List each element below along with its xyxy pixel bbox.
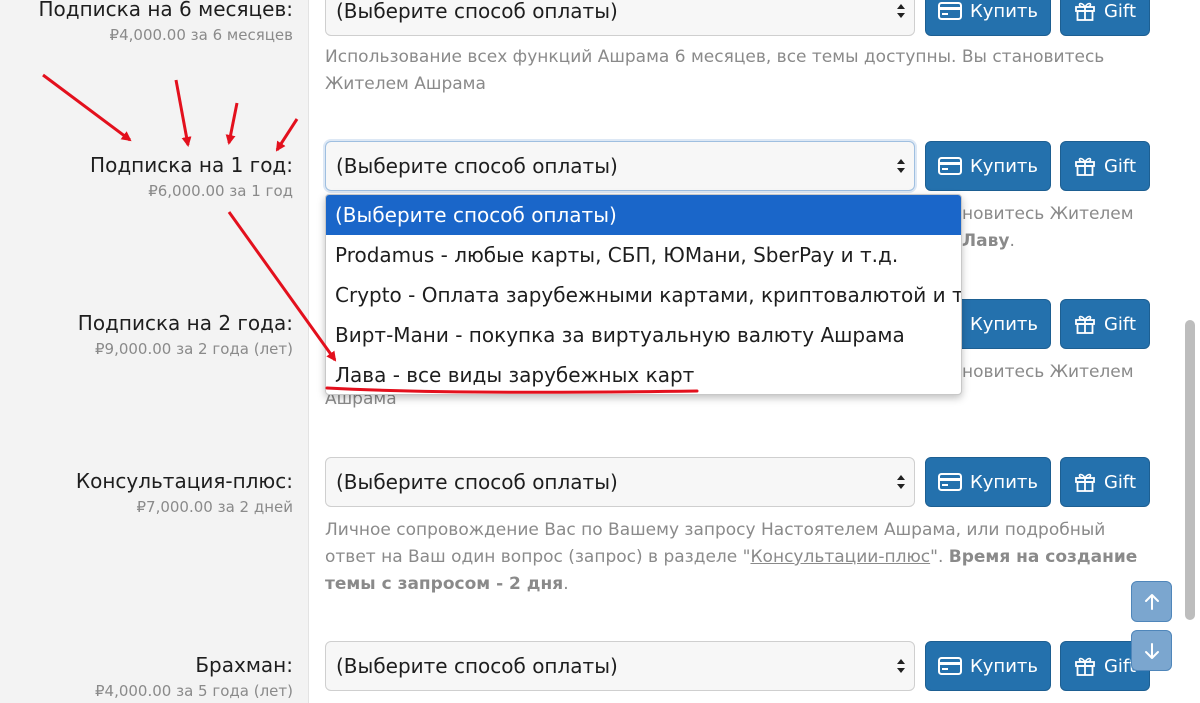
payment-select-brahman[interactable]: (Выберите способ оплаты) [325,641,915,691]
gift-button-label: Gift [1103,0,1137,22]
gift-button-1-year[interactable]: Gift [1060,141,1150,191]
gift-icon [1075,657,1095,676]
row-description-2-years-partial: новитесь Жителем [962,362,1134,382]
chevron-up-down-icon [897,659,905,673]
dropdown-option-virt-money[interactable]: Вирт-Мани - покупка за виртуальную валют… [326,315,961,355]
dropdown-option-prodamus[interactable]: Prodamus - любые карты, СБП, ЮМани, Sber… [326,235,961,275]
row-price-2-years: ₽9,000.00 за 2 года (лет) [94,340,293,358]
scroll-to-top-button[interactable] [1131,581,1172,622]
buy-button-label: Купить [970,313,1038,335]
gift-button-label: Gift [1103,155,1137,177]
row-title-6-months: Подписка на 6 месяцев: [38,0,293,21]
arrow-up-icon [1144,593,1159,610]
scroll-to-bottom-button[interactable] [1131,630,1172,671]
row-description-6-months: Использование всех функций Ашрама 6 меся… [325,47,1105,94]
dropdown-option-placeholder[interactable]: (Выберите способ оплаты) [326,195,961,235]
row-title-consultation-plus: Консультация-плюс: [75,469,293,493]
payment-method-dropdown[interactable]: (Выберите способ оплаты) Prodamus - любы… [325,194,962,395]
credit-card-icon [938,157,962,175]
select-value: (Выберите способ оплаты) [336,0,618,23]
buy-button-consultation-plus[interactable]: Купить [925,457,1051,507]
gift-button-label: Gift [1103,471,1137,493]
credit-card-icon [938,473,962,491]
buy-button-6-months[interactable]: Купить [925,0,1051,36]
buy-button-label: Купить [970,655,1038,677]
buy-button-label: Купить [970,471,1038,493]
gift-button-6-months[interactable]: Gift [1060,0,1150,36]
row-price-consultation-plus: ₽7,000.00 за 2 дней [136,498,293,516]
buy-button-1-year[interactable]: Купить [925,141,1051,191]
gift-button-2-years[interactable]: Gift [1060,299,1150,349]
credit-card-icon [938,2,962,20]
row-price-1-year: ₽6,000.00 за 1 год [148,182,293,200]
payment-select-consultation-plus[interactable]: (Выберите способ оплаты) [325,457,915,507]
dropdown-option-crypto[interactable]: Crypto - Оплата зарубежными картами, кри… [326,275,961,315]
arrow-down-icon [1144,642,1159,659]
select-value: (Выберите способ оплаты) [336,154,618,178]
page-scrollbar-thumb[interactable] [1185,320,1195,620]
chevron-up-down-icon [897,159,905,173]
buy-button-brahman[interactable]: Купить [925,641,1051,691]
row-title-2-years: Подписка на 2 года: [77,311,293,335]
dropdown-option-lava[interactable]: Лава - все виды зарубежных карт [326,355,961,394]
row-title-1-year: Подписка на 1 год: [90,153,293,177]
gift-icon [1075,315,1095,334]
payment-select-1-year[interactable]: (Выберите способ оплаты) [325,141,915,191]
row-description-1-year-partial: новитесь Жителем [962,204,1134,224]
consultations-plus-link[interactable]: Консультации-плюс [750,547,930,567]
gift-icon [1075,157,1095,176]
row-price-brahman: ₽4,000.00 за 5 года (лет) [94,682,293,700]
row-price-6-months: ₽4,000.00 за 6 месяцев [109,26,293,44]
gift-button-label: Gift [1103,313,1137,335]
row-title-brahman: Брахман: [195,653,293,677]
gift-button-consultation-plus[interactable]: Gift [1060,457,1150,507]
buy-button-label: Купить [970,155,1038,177]
select-value: (Выберите способ оплаты) [336,654,618,678]
buy-button-label: Купить [970,0,1038,22]
row-description-consultation-plus: Личное сопровождение Вас по Вашему запро… [325,520,1138,594]
payment-select-6-months[interactable]: (Выберите способ оплаты) [325,0,915,36]
chevron-up-down-icon [897,475,905,489]
chevron-up-down-icon [897,4,905,18]
row-description-1-year-partial-2: Лаву. [962,231,1015,251]
gift-icon [1075,2,1095,21]
credit-card-icon [938,657,962,675]
gift-icon [1075,473,1095,492]
select-value: (Выберите способ оплаты) [336,470,618,494]
